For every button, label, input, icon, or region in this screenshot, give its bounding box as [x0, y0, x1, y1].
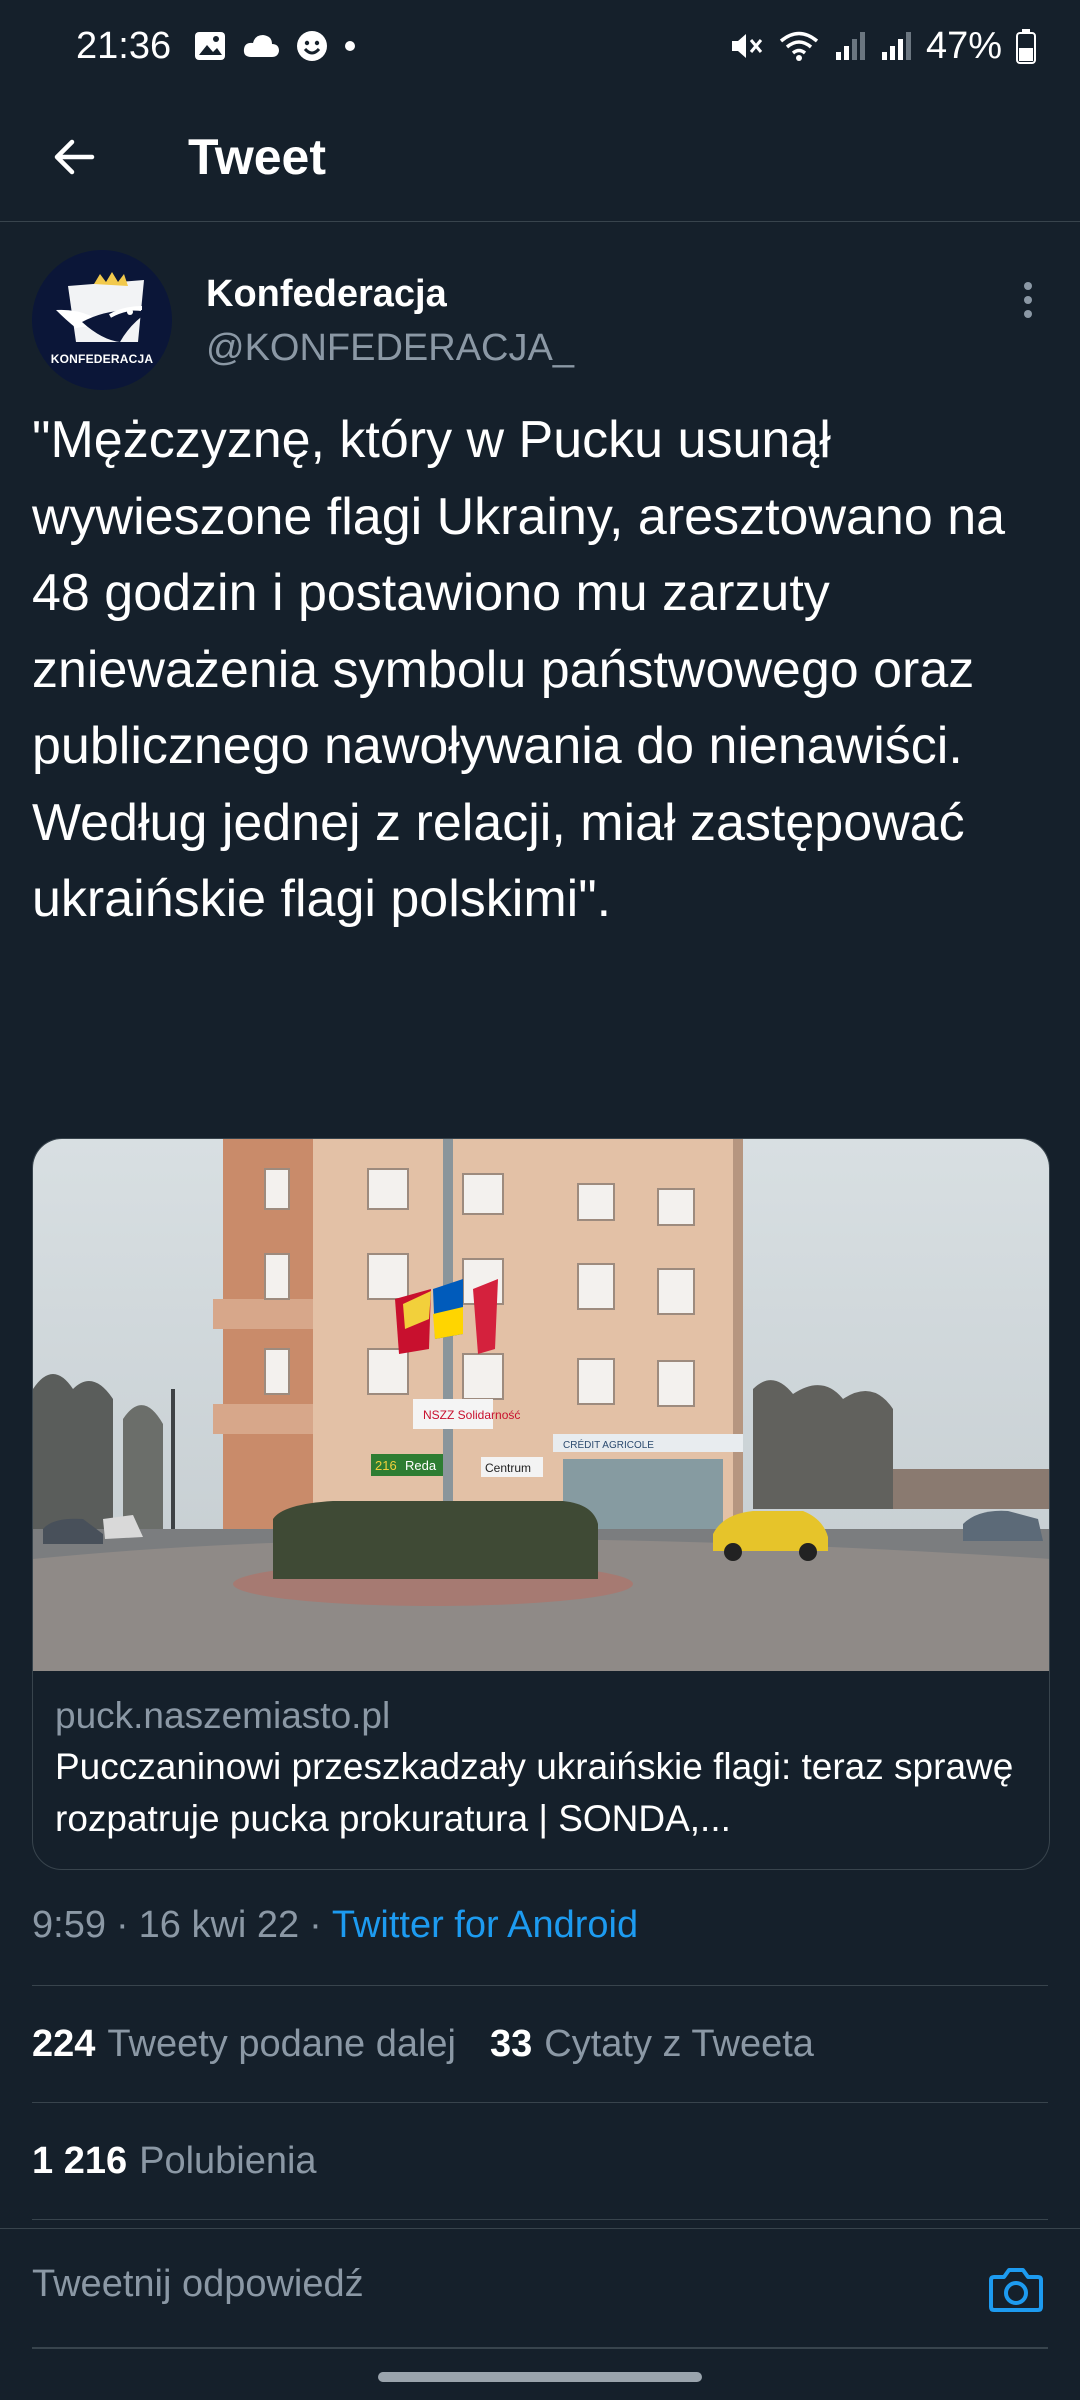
arrow-left-icon	[54, 139, 95, 174]
more-vertical-icon	[1024, 282, 1032, 318]
dot-icon	[343, 39, 357, 53]
status-time: 21:36	[76, 24, 172, 67]
retweets-label: Tweety podane dalej	[107, 2022, 456, 2065]
shop-sign: CRÉDIT AGRICOLE	[563, 1438, 654, 1451]
page-title: Tweet	[188, 128, 326, 185]
likes-stats: 1 216 Polubienia	[32, 2103, 1048, 2219]
card-domain: puck.naszemiasto.pl	[55, 1695, 391, 1736]
tweet-source-link[interactable]: Twitter for Android	[332, 1904, 638, 1947]
engagement-stats: 224 Tweety podane dalej 33 Cytaty z Twee…	[32, 1986, 1048, 2102]
back-button[interactable]	[34, 117, 114, 197]
camera-button[interactable]	[986, 2259, 1046, 2319]
link-preview-card[interactable]: CRÉDIT AGRICOLE NSZZ Solidarność 216 Red…	[32, 1138, 1050, 1870]
reply-input[interactable]: Tweetnij odpowiedź	[32, 2249, 972, 2319]
battery-icon	[1016, 28, 1036, 64]
tweet-text: "Mężczyznę, który w Pucku usunął wywiesz…	[32, 411, 1006, 928]
quotes-stat[interactable]: 33 Cytaty z Tweeta	[490, 2023, 814, 2066]
tweet-author: KONFEDERACJA Konfederacja @KONFEDERACJA_	[32, 250, 1048, 400]
road-number-sign: 216	[375, 1458, 397, 1473]
tweet-date: 16 kwi 22	[138, 1903, 300, 1946]
mute-icon	[728, 28, 764, 64]
centrum-sign: Centrum	[485, 1461, 531, 1475]
likes-count: 1 216	[32, 2139, 128, 2182]
likes-label: Polubienia	[139, 2139, 317, 2182]
divider	[32, 2219, 1048, 2220]
quotes-count: 33	[490, 2022, 533, 2065]
camera-icon	[989, 2268, 1043, 2312]
tweet-screen: 21:36 47% Tweet KONFEDERACJA Konfederacj…	[0, 0, 1080, 2400]
retweets-count: 224	[32, 2022, 96, 2065]
separator-dot: ·	[309, 1903, 322, 1946]
retweets-stat[interactable]: 224 Tweety podane dalej	[32, 2023, 456, 2066]
author-handle[interactable]: @KONFEDERACJA_	[206, 318, 1008, 378]
card-title: Pucczaninowi przeszkadzały ukraińskie fl…	[55, 1746, 1014, 1839]
tweet-timestamp: 9:59 · 16 kwi 22 · Twitter for Android	[32, 1895, 1048, 1955]
signal-icon	[834, 30, 866, 62]
home-indicator[interactable]	[378, 2372, 702, 2382]
avatar[interactable]: KONFEDERACJA	[32, 250, 172, 390]
separator-dot: ·	[115, 1903, 129, 1946]
article-image: CRÉDIT AGRICOLE NSZZ Solidarność 216 Red…	[33, 1139, 1049, 1671]
reply-bar: Tweetnij odpowiedź	[0, 2228, 1080, 2349]
battery-percent: 47%	[925, 24, 1002, 67]
quotes-label: Cytaty z Tweeta	[544, 2022, 814, 2065]
app-header: Tweet	[0, 92, 1080, 222]
author-meta: Konfederacja @KONFEDERACJA_	[206, 270, 1008, 378]
gallery-icon	[193, 29, 227, 63]
cloud-icon	[241, 31, 281, 61]
card-body: puck.naszemiasto.pl Pucczaninowi przeszk…	[33, 1671, 1049, 1845]
avatar-label: KONFEDERACJA	[50, 352, 154, 366]
poster-sign: NSZZ Solidarność	[423, 1408, 520, 1422]
status-left: 21:36	[76, 25, 357, 68]
signal-icon	[880, 30, 912, 62]
reply-underline	[32, 2347, 1048, 2349]
status-bar: 21:36 47%	[0, 0, 1080, 92]
likes-stat[interactable]: 1 216 Polubienia	[32, 2140, 317, 2183]
wifi-icon	[778, 29, 820, 63]
tweet-time: 9:59	[32, 1903, 106, 1946]
status-right: 47%	[728, 25, 1036, 68]
author-name[interactable]: Konfederacja	[206, 270, 1008, 318]
reda-sign: Reda	[405, 1458, 437, 1473]
more-options-button[interactable]	[1008, 270, 1048, 330]
konfederacja-logo-icon	[32, 250, 172, 390]
face-icon	[295, 29, 329, 63]
